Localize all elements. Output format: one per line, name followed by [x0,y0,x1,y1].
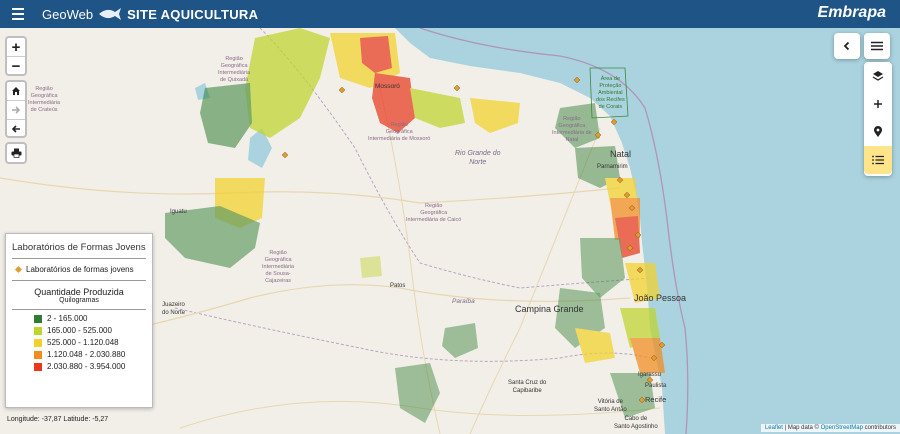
map-legend: Laboratórios de Formas Jovens Laboratóri… [5,233,153,408]
leaflet-link[interactable]: Leaflet [765,425,783,431]
city-igarassu: Igarassu [638,372,662,378]
city-cabo: Cabo de Santo Agostinho [614,416,658,430]
back-button[interactable] [7,119,25,138]
list-icon [872,155,884,165]
city-patos: Patos [390,283,406,289]
legend-quantity-title: Quantidade Produzida [34,287,124,297]
brand-name: GeoWeb [42,6,94,22]
legend-class-label: 2.030.880 - 3.954.000 [47,362,126,371]
city-parnamirim: Parnamirim [597,164,628,170]
hamburger-icon [871,41,883,51]
label-state-rn: Rio Grande do Norte [455,150,501,166]
legend-swatch [34,350,42,359]
legend-unit: Quilogramas [12,297,146,310]
layers-icon [872,71,884,81]
add-button[interactable] [864,90,892,118]
diamond-marker-icon [14,265,23,274]
menu-button[interactable] [864,33,890,59]
city-iguatu: Iguatu [170,209,187,215]
legend-lab-item: Laboratórios de formas jovens [12,265,146,281]
label-state-pb: Paraíba [452,298,475,305]
embrapa-logo: Embrapa [817,4,886,21]
legend-class-row: 525.000 - 1.120.048 [34,338,146,347]
forward-button[interactable] [7,100,25,119]
legend-button[interactable] [864,146,892,174]
city-mossoro: Mossoró [375,83,400,90]
city-recife: Recife [645,395,667,404]
legend-swatch [34,314,42,323]
menu-icon[interactable] [12,0,32,28]
legend-class-row: 1.120.048 - 2.030.880 [34,350,146,359]
osm-link[interactable]: OpenStreetMap [821,425,863,431]
map-pin-icon [874,126,882,137]
legend-swatch [34,338,42,347]
home-icon [12,87,20,95]
city-santa-cruz: Santa Cruz do Capibaribe [508,380,547,394]
print-icon [11,148,21,158]
legend-class-row: 2.030.880 - 3.954.000 [34,362,146,371]
print-control [5,142,27,164]
location-button[interactable] [864,118,892,146]
legend-class-row: 2 - 165.000 [34,314,146,323]
city-campina-grande: Campina Grande [515,304,584,314]
city-paulista: Paulista [645,383,667,389]
legend-lab-label: Laboratórios de formas jovens [26,265,134,274]
legend-classes: 2 - 165.000 165.000 - 525.000 525.000 - 1.… [12,314,146,371]
legend-title: Laboratórios de Formas Jovens [12,242,146,259]
legend-class-row: 165.000 - 525.000 [34,326,146,335]
plus-icon [874,100,882,108]
legend-class-label: 525.000 - 1.120.048 [47,338,119,347]
legend-swatch [34,326,42,335]
legend-class-label: 165.000 - 525.000 [47,326,112,335]
site-title: SITE AQUICULTURA [127,6,259,22]
arrow-right-icon [12,106,21,114]
label-mossoro-region: Região Geográfica Intermediária de Mosso… [368,122,431,142]
attribution-suffix: contributors [862,425,896,431]
map-attribution: Leaflet | Map data © OpenStreetMap contr… [760,424,900,432]
attribution-separator: | Map data © [782,425,821,431]
city-vitoria: Vitória de Santo Antão [594,399,627,413]
label-sousa: Região Geográfica Intermediária de Sousa… [262,250,295,284]
city-natal: Natal [610,149,632,159]
zoom-control: + − [5,36,27,76]
chevron-left-icon [843,41,850,51]
tools-panel [864,62,892,176]
zoom-in-button[interactable]: + [7,38,25,56]
zoom-out-button[interactable]: − [7,56,25,75]
legend-class-label: 2 - 165.000 [47,314,88,323]
print-button[interactable] [7,144,25,162]
legend-swatch [34,362,42,371]
label-natal-region: Região Geográfica Intermediária de Natal [552,116,592,143]
navigation-control [5,80,27,138]
collapse-panel-button[interactable] [834,33,860,59]
city-joao-pessoa: João Pessoa [634,293,687,303]
top-bar: GeoWeb SITE AQUICULTURA Embrapa [0,0,900,28]
legend-class-label: 1.120.048 - 2.030.880 [47,350,126,359]
coordinates-readout: Longitude: -37,87 Latitude: -5,27 [7,416,109,423]
fish-logo-icon [99,8,122,20]
label-protected-area: Área de Proteção Ambiental dos Recifes d… [596,76,625,110]
arrow-left-icon [11,125,20,133]
layers-button[interactable] [864,62,892,90]
label-quixada: Região Geográfica Intermediária de Quixa… [218,56,251,83]
label-crateus: Região Geográfica Intermediária de Crate… [28,86,61,113]
label-caico: Região Geográfica Intermediária de Caicó [406,203,462,223]
city-juazeiro: Juazeiro do Norte [162,302,186,316]
municipality-yellowgreen [360,256,382,278]
home-button[interactable] [7,82,25,100]
